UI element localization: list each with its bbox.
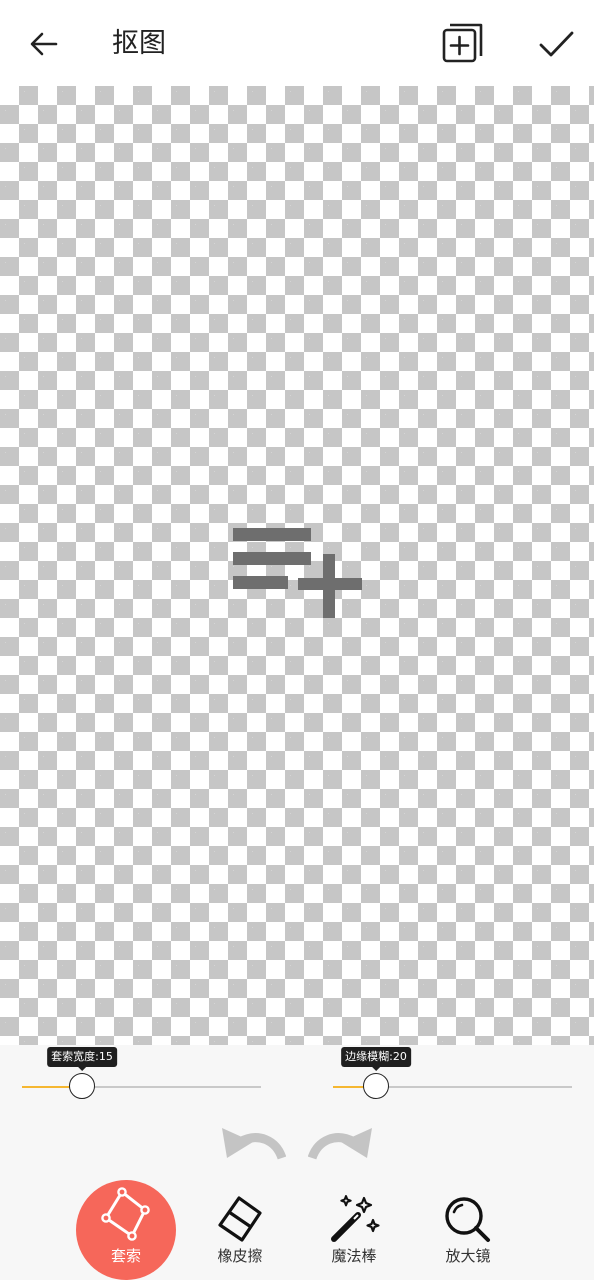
checkmark-icon[interactable]	[536, 24, 576, 64]
page-title: 抠图	[112, 28, 166, 59]
slider-thumb[interactable]	[69, 1073, 95, 1099]
tool-label: 套索	[110, 1247, 141, 1265]
lasso-icon	[101, 1187, 150, 1241]
tool-label: 魔法棒	[331, 1247, 377, 1265]
redo-icon[interactable]	[308, 1122, 374, 1162]
slider-value-tooltip: 边缘模糊:20	[341, 1047, 411, 1071]
slider-thumb[interactable]	[363, 1073, 389, 1099]
arrow-left-icon[interactable]	[26, 26, 62, 62]
tool-label: 橡皮擦	[217, 1247, 263, 1265]
tool-magic-wand[interactable]: 魔法棒	[299, 1180, 409, 1280]
tool-label: 放大镜	[445, 1247, 491, 1265]
magic-wand-icon	[331, 1195, 380, 1242]
tool-lasso[interactable]: 套索	[71, 1180, 181, 1280]
tool-eraser[interactable]: 橡皮擦	[185, 1180, 295, 1280]
undo-icon[interactable]	[220, 1122, 286, 1162]
top-bar: 抠图	[0, 0, 594, 86]
eraser-icon	[218, 1196, 262, 1242]
add-list-icon	[233, 528, 362, 618]
image-canvas[interactable]	[0, 86, 594, 1045]
slider-value-tooltip: 套索宽度:15	[47, 1047, 117, 1071]
magnifier-icon	[445, 1197, 490, 1242]
edge-blur-slider[interactable]: 边缘模糊:20	[333, 1045, 572, 1105]
add-layer-icon[interactable]	[440, 20, 486, 66]
lasso-width-slider[interactable]: 套索宽度:15	[22, 1045, 261, 1105]
tool-magnifier[interactable]: 放大镜	[413, 1180, 523, 1280]
